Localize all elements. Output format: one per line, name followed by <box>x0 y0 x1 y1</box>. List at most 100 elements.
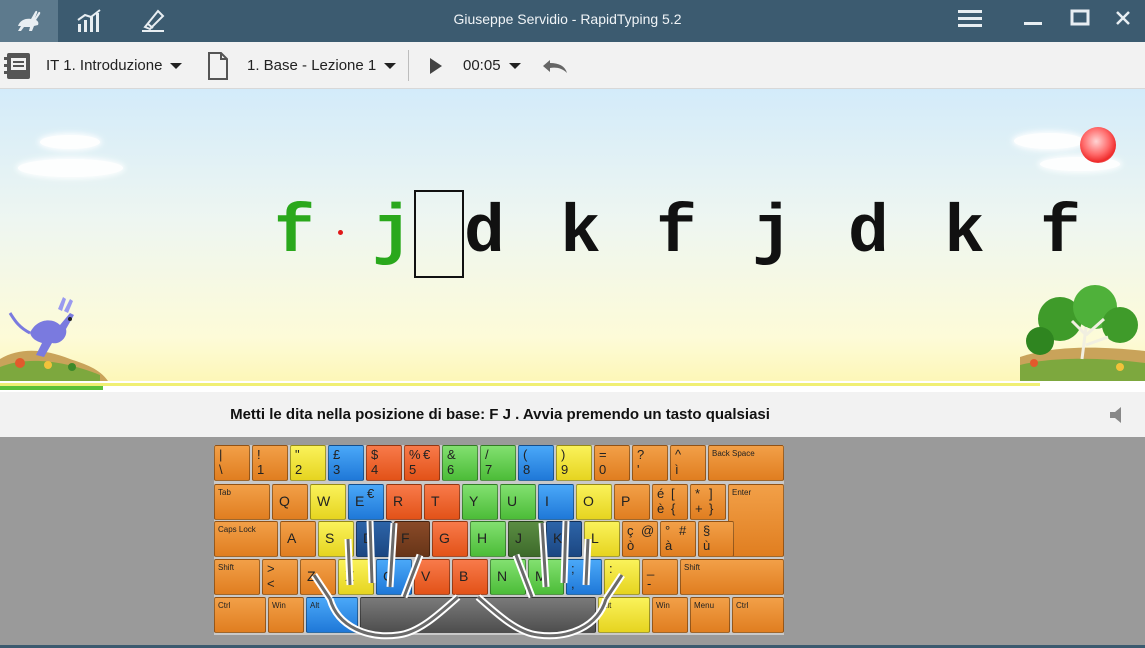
keyboard-key: = 0 <box>594 445 630 481</box>
keyboard-key: % 5 € <box>404 445 440 481</box>
creature-hill-illustration <box>0 297 108 381</box>
title-bar: Giuseppe Servidio - RapidTyping 5.2 <box>0 0 1145 42</box>
key-label: Alt <box>602 601 612 610</box>
key-label: £ <box>333 447 341 462</box>
timer-dropdown[interactable]: 00:05 <box>463 42 521 89</box>
keyboard-key: R <box>386 484 422 520</box>
keyboard-key: W <box>310 484 346 520</box>
keyboard-key: Enter <box>728 484 784 557</box>
typing-scene: fjdkfjdkf <box>0 89 1145 381</box>
exercise-letter: k <box>560 195 601 272</box>
keyboard-panel: | \! 1 " 2 £3 $4% 5 € & 6/7(8) 9 = 0? ' ^ ì Back Space Tab… <box>0 437 1145 648</box>
key-label: 1 <box>257 462 265 477</box>
document-icon <box>208 51 228 80</box>
key-label: _ <box>647 561 655 576</box>
keyboard-key: ç ò @ <box>622 521 658 557</box>
key-label: Ctrl <box>218 601 231 610</box>
keyboard-key: U <box>500 484 536 520</box>
key-label: C <box>383 568 394 584</box>
speaker-icon[interactable] <box>1108 404 1130 426</box>
keyboard-key: ) 9 <box>556 445 592 481</box>
keyboard-key: C <box>376 559 412 595</box>
keyboard-key: " 2 <box>290 445 326 481</box>
key-label: & <box>447 447 456 462</box>
key-label: : <box>609 561 613 576</box>
key-label: Ctrl <box>736 601 749 610</box>
progress-track <box>0 383 1040 386</box>
keyboard-key: € E <box>348 484 384 520</box>
undo-button[interactable] <box>541 42 569 89</box>
key-label: " <box>295 447 300 462</box>
undo-icon <box>543 59 567 73</box>
key-label: B <box>459 568 469 584</box>
play-button[interactable] <box>428 42 444 89</box>
key-label: > <box>267 561 275 576</box>
lesson-dropdown[interactable]: 1. Base - Lezione 1 <box>247 42 397 89</box>
maximize-icon <box>1070 9 1090 26</box>
key-label: S <box>325 530 335 546</box>
cloud <box>18 159 123 177</box>
space-marker <box>338 230 343 235</box>
text-cursor <box>414 190 464 278</box>
keyboard-key: _ - <box>642 559 678 595</box>
key-label: ! <box>257 447 261 462</box>
sun <box>1080 127 1116 163</box>
key-label: X <box>345 568 355 584</box>
key-label: + <box>695 501 703 516</box>
exercise-letter: d <box>848 195 889 272</box>
keyboard-key <box>360 597 596 633</box>
key-label: ì <box>675 462 679 477</box>
key-label: 9 <box>561 462 569 477</box>
keyboard-key: I <box>538 484 574 520</box>
key-label: è <box>657 501 665 516</box>
maximize-button[interactable] <box>1057 0 1103 36</box>
key-label: ç <box>627 523 634 538</box>
keyboard-key: A <box>280 521 316 557</box>
course-dropdown[interactable]: IT 1. Introduzione <box>46 42 183 89</box>
chevron-down-icon <box>508 62 521 69</box>
key-label: 4 <box>371 462 379 477</box>
key-label: 5 <box>409 462 417 477</box>
key-label: 2 <box>295 462 303 477</box>
key-label: Z <box>307 568 316 584</box>
exercise-letter: j <box>752 195 793 272</box>
course-book-button[interactable] <box>0 42 36 89</box>
keyboard-key: K <box>546 521 582 557</box>
key-label: - <box>647 576 652 591</box>
keyboard-key: G <box>432 521 468 557</box>
menu-button[interactable] <box>947 0 993 36</box>
key-label: G <box>439 530 450 546</box>
key-label: à <box>665 538 673 553</box>
document-icon-button[interactable] <box>206 42 230 89</box>
key-label: ) <box>561 447 566 462</box>
key-label: | <box>219 447 223 462</box>
key-label: $ <box>371 447 379 462</box>
tab-typing[interactable] <box>0 0 58 42</box>
tab-editor[interactable] <box>124 0 182 42</box>
keyboard-key: Win <box>268 597 304 633</box>
keyboard-key: S <box>318 521 354 557</box>
key-label: ^ <box>675 447 682 462</box>
key-label: Shift <box>218 563 235 572</box>
key-label: E <box>355 493 365 509</box>
virtual-keyboard: | \! 1 " 2 £3 $4% 5 € & 6/7(8) 9 = 0? ' ^ ì Back Space Tab… <box>214 445 784 635</box>
keyboard-key: ? ' <box>632 445 668 481</box>
minimize-button[interactable] <box>1010 0 1056 36</box>
key-label: Y <box>469 493 479 509</box>
key-label: @ <box>641 523 655 538</box>
key-label: Win <box>272 601 286 610</box>
exercise-letter: f <box>274 195 315 272</box>
key-label: Alt <box>310 601 320 610</box>
key-label: W <box>317 493 331 509</box>
close-button[interactable] <box>1100 0 1145 36</box>
exercise-letter: d <box>464 195 505 272</box>
keyboard-key: F <box>394 521 430 557</box>
key-label: K <box>553 530 563 546</box>
keyboard-key: H <box>470 521 506 557</box>
editor-icon <box>142 9 165 32</box>
timer-value: 00:05 <box>463 57 501 74</box>
keyboard-key: ;, <box>566 559 602 595</box>
key-label: , <box>571 576 575 591</box>
keyboard-key: Shift <box>680 559 784 595</box>
tab-statistics[interactable] <box>61 0 119 42</box>
